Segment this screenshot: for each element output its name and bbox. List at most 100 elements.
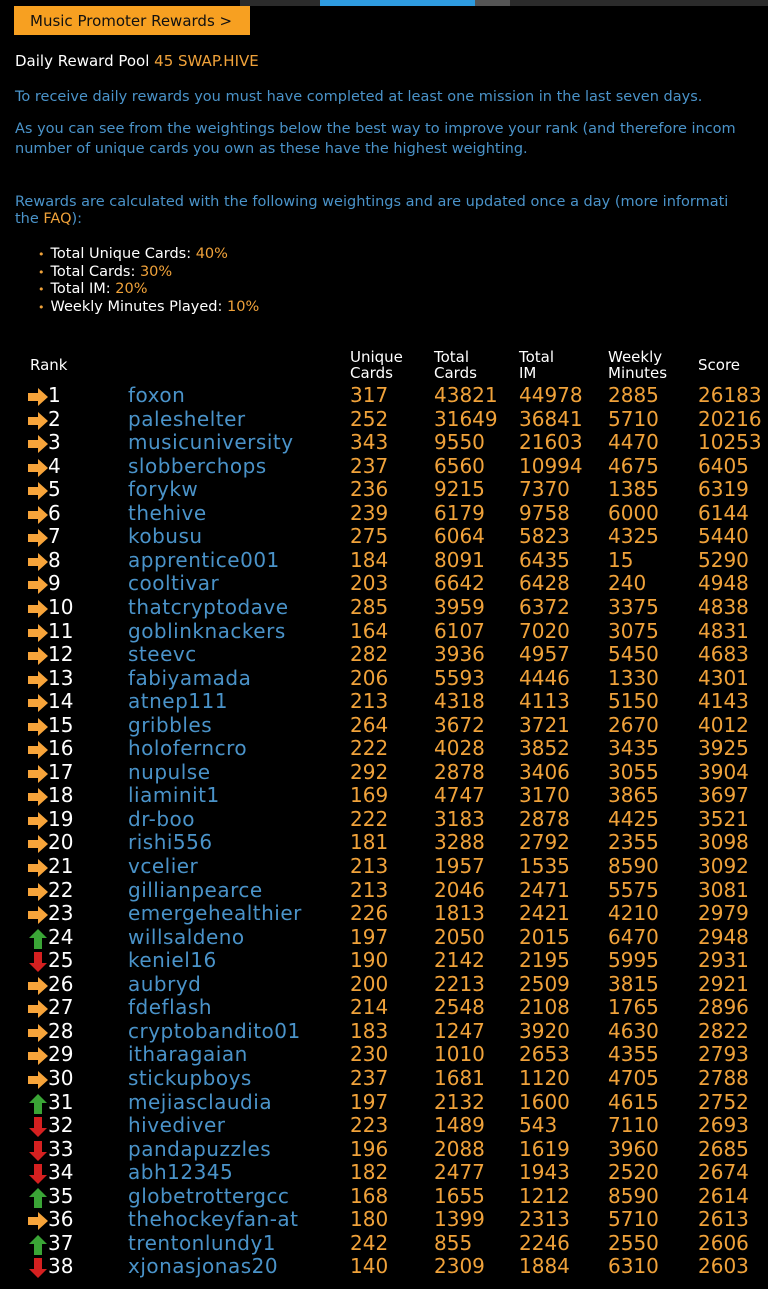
total-cards-cell: 31649 [434, 406, 498, 431]
user-link[interactable]: vcelier [128, 855, 198, 878]
user-link[interactable]: itharagaian [128, 1043, 248, 1066]
rank-number: 12 [48, 642, 74, 667]
user-link[interactable]: thatcryptodave [128, 595, 289, 619]
user-link[interactable]: apprentice001 [128, 548, 280, 572]
weekly-minutes-cell: 4615 [608, 1089, 659, 1114]
user-link[interactable]: thehive [128, 501, 207, 525]
user-link[interactable]: stickupboys [128, 1066, 252, 1090]
unique-cards-cell: 237 [350, 453, 389, 478]
user-link[interactable]: thehockeyfan-at [128, 1208, 299, 1231]
user-link[interactable]: cooltivar [128, 572, 219, 595]
unique-cards-cell: 222 [350, 806, 389, 831]
user-link[interactable]: forykw [128, 478, 198, 501]
weekly-minutes-cell: 3435 [608, 736, 659, 761]
weekly-minutes-cell: 3075 [608, 618, 659, 643]
weekly-minutes-cell: 7110 [608, 1113, 659, 1138]
table-row: 17 nupulse 292 2878 3406 3055 3904 [0, 759, 768, 785]
music-promoter-rewards-button[interactable]: Music Promoter Rewards > [14, 6, 250, 35]
table-row: 11 goblinknackers 164 6107 7020 3075 4831 [0, 618, 768, 644]
unique-cards-cell: 223 [350, 1113, 389, 1138]
total-cards-cell: 1247 [434, 1018, 485, 1043]
user-link[interactable]: mejiasclaudia [128, 1090, 272, 1114]
user-link[interactable]: fdeflash [128, 996, 212, 1019]
weekly-minutes-cell: 4425 [608, 806, 659, 831]
weekly-minutes-cell: 5150 [608, 689, 659, 714]
total-cards-cell: 6064 [434, 524, 485, 549]
user-link[interactable]: xjonasjonas20 [128, 1255, 278, 1278]
rank-number: 27 [48, 995, 74, 1020]
total-cards-cell: 3672 [434, 712, 485, 737]
user-link[interactable]: atnep111 [128, 690, 228, 713]
score-cell: 3098 [698, 830, 749, 855]
user-link[interactable]: pandapuzzles [128, 1137, 271, 1161]
user-link[interactable]: foxon [128, 384, 185, 407]
table-row: 38 xjonasjonas20 140 2309 1884 6310 2603 [0, 1255, 768, 1279]
total-cards-cell: 3936 [434, 642, 485, 667]
user-link[interactable]: slobberchops [128, 454, 267, 478]
user-link[interactable]: keniel16 [128, 949, 217, 972]
user-link[interactable]: abh12345 [128, 1161, 233, 1184]
unique-cards-cell: 213 [350, 877, 389, 902]
faq-link[interactable]: FAQ [43, 211, 71, 227]
total-cards-cell: 2132 [434, 1089, 485, 1114]
info-mission-requirement: To receive daily rewards you must have c… [15, 89, 703, 105]
user-link[interactable]: kobusu [128, 525, 203, 548]
total-im-cell: 6435 [519, 547, 570, 572]
rank-number: 22 [48, 877, 74, 902]
user-link[interactable]: trentonlundy1 [128, 1231, 276, 1255]
user-link[interactable]: hivediver [128, 1114, 226, 1137]
score-cell: 6405 [698, 453, 749, 478]
user-link[interactable]: fabiyamada [128, 666, 251, 690]
weekly-minutes-cell: 1330 [608, 665, 659, 690]
weighting-unique-cards: Total Unique Cards: 40% [38, 246, 259, 264]
user-link[interactable]: steevc [128, 643, 197, 666]
user-link[interactable]: willsaldeno [128, 925, 245, 949]
table-row: 31 mejiasclaudia 197 2132 1600 4615 2752 [0, 1089, 768, 1115]
score-cell: 2948 [698, 924, 749, 949]
user-link[interactable]: dr-boo [128, 807, 195, 831]
score-cell: 3904 [698, 759, 749, 784]
total-im-cell: 1120 [519, 1065, 570, 1090]
user-link[interactable]: gillianpearce [128, 878, 263, 902]
total-cards-cell: 6107 [434, 618, 485, 643]
rank-number: 36 [48, 1207, 74, 1232]
weekly-minutes-cell: 4355 [608, 1042, 659, 1067]
user-link[interactable]: goblinknackers [128, 619, 286, 643]
weekly-minutes-cell: 5575 [608, 877, 659, 902]
table-row: 16 holoferncro 222 4028 3852 3435 3925 [0, 737, 768, 761]
user-link[interactable]: nupulse [128, 760, 211, 784]
user-link[interactable]: gribbles [128, 713, 212, 737]
total-im-cell: 2246 [519, 1230, 570, 1255]
total-im-cell: 21603 [519, 430, 583, 455]
score-cell: 6319 [698, 477, 749, 502]
weekly-minutes-cell: 4675 [608, 453, 659, 478]
score-cell: 2603 [698, 1254, 749, 1279]
unique-cards-cell: 282 [350, 642, 389, 667]
table-row: 3 musicuniversity 343 9550 21603 4470 10253 [0, 431, 768, 455]
table-row: 2 paleshelter 252 31649 36841 5710 20216 [0, 406, 768, 432]
table-row: 24 willsaldeno 197 2050 2015 6470 2948 [0, 924, 768, 950]
score-cell: 2752 [698, 1089, 749, 1114]
header-score: Score [698, 356, 741, 374]
rank-number: 8 [48, 547, 61, 572]
table-row: 1 foxon 317 43821 44978 2885 26183 [0, 384, 768, 408]
total-im-cell: 9758 [519, 500, 570, 525]
user-link[interactable]: rishi556 [128, 831, 213, 854]
table-row: 33 pandapuzzles 196 2088 1619 3960 2685 [0, 1137, 768, 1162]
unique-cards-cell: 264 [350, 712, 389, 737]
total-im-cell: 3920 [519, 1018, 570, 1043]
user-link[interactable]: cryptobandito01 [128, 1019, 301, 1043]
user-link[interactable]: emergehealthier [128, 902, 302, 925]
user-link[interactable]: paleshelter [128, 407, 246, 431]
total-cards-cell: 6560 [434, 453, 485, 478]
unique-cards-cell: 237 [350, 1065, 389, 1090]
user-link[interactable]: musicuniversity [128, 431, 294, 454]
table-row: 22 gillianpearce 213 2046 2471 5575 3081 [0, 877, 768, 903]
total-im-cell: 2509 [519, 971, 570, 996]
user-link[interactable]: globetrottergcc [128, 1184, 289, 1208]
user-link[interactable]: holoferncro [128, 737, 247, 760]
user-link[interactable]: aubryd [128, 972, 201, 996]
user-link[interactable]: liaminit1 [128, 784, 220, 807]
score-cell: 6144 [698, 500, 749, 525]
weekly-minutes-cell: 15 [608, 547, 634, 572]
